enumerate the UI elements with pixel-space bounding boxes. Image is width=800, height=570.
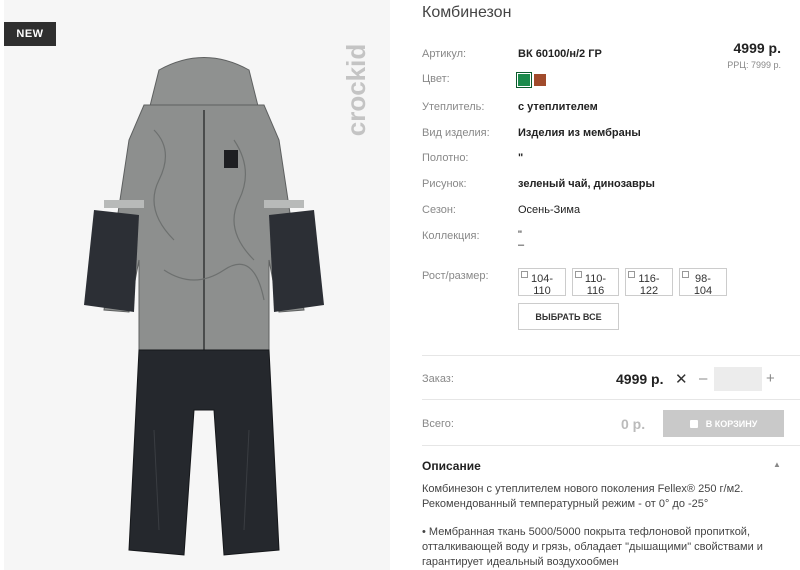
bag-icon <box>689 419 698 428</box>
brand-logo: crockid <box>341 44 371 137</box>
size-option-110-116[interactable]: 110-116 <box>572 268 619 297</box>
jumpsuit-image <box>84 57 324 556</box>
product-price: 4999 р. <box>733 40 781 56</box>
size-option-116-122[interactable]: 116-122 <box>625 268 673 297</box>
sizes-label: Рост/размер: <box>422 270 489 282</box>
spec-label-pattern: Рисунок: <box>422 178 467 190</box>
spec-label-type: Вид изделия: <box>422 127 490 139</box>
spec-value-fabric: " <box>518 152 524 164</box>
collapse-icon[interactable]: ▲ <box>773 460 781 469</box>
divider <box>422 355 800 356</box>
total-label: Всего: <box>422 418 454 430</box>
qty-plus-button[interactable]: + <box>766 370 775 387</box>
remove-icon[interactable]: ✕ <box>675 370 688 388</box>
spec-value-pattern: зеленый чай, динозавры <box>518 178 655 190</box>
new-badge: NEW <box>4 22 56 46</box>
size-option-98-104[interactable]: 98-104 <box>679 268 727 297</box>
spec-value-collection: " – <box>518 229 525 251</box>
divider <box>422 445 800 446</box>
color-swatch-green[interactable] <box>516 72 532 88</box>
checkbox-icon <box>682 271 689 278</box>
order-price: 4999 р. <box>616 371 664 387</box>
color-swatch-brown[interactable] <box>534 74 546 86</box>
spec-label-color: Цвет: <box>422 73 450 85</box>
rrp-price: РРЦ: 7999 р. <box>727 60 781 70</box>
product-title: Комбинезон <box>422 4 512 21</box>
size-option-104-110[interactable]: 104-110 <box>518 268 566 297</box>
spec-label-insulation: Утеплитель: <box>422 101 485 113</box>
description-paragraph: • Мембранная ткань 5000/5000 покрыта теф… <box>422 526 763 568</box>
quantity-input[interactable] <box>714 367 762 391</box>
spec-label-fabric: Полотно: <box>422 152 469 164</box>
checkbox-icon <box>628 271 635 278</box>
product-photo[interactable] <box>4 0 390 570</box>
spec-value-type: Изделия из мембраны <box>518 127 641 139</box>
total-value: 0 р. <box>621 416 646 432</box>
spec-value-article: ВК 60100/н/2 ГР <box>518 48 602 60</box>
description-title: Описание <box>422 459 481 473</box>
divider <box>422 399 800 400</box>
svg-text:crockid: crockid <box>341 44 371 137</box>
spec-label-collection: Коллекция: <box>422 230 480 242</box>
order-label: Заказ: <box>422 373 454 385</box>
qty-minus-button[interactable]: – <box>699 370 707 387</box>
checkbox-icon <box>521 271 528 278</box>
add-to-cart-button[interactable]: В КОРЗИНУ <box>663 410 784 437</box>
select-all-button[interactable]: ВЫБРАТЬ ВСЕ <box>518 303 619 330</box>
spec-value-season: Осень-Зима <box>518 204 581 216</box>
spec-value-insulation: с утеплителем <box>518 101 598 113</box>
spec-label-article: Артикул: <box>422 48 467 60</box>
checkbox-icon <box>575 271 582 278</box>
spec-label-season: Сезон: <box>422 204 456 216</box>
description-paragraph: Комбинезон с утеплителем нового поколени… <box>422 483 744 510</box>
